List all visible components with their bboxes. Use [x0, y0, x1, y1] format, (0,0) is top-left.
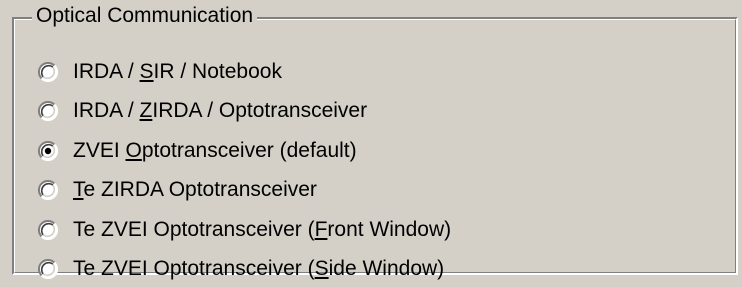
mnemonic-underline: F	[314, 217, 328, 241]
mnemonic-underline: T	[73, 178, 84, 202]
groupbox-title: Optical Communication	[32, 3, 258, 29]
radio-unchecked-icon	[38, 219, 58, 240]
optical-communication-dialog: Optical Communication IRDA / SIR / Noteb…	[0, 0, 742, 287]
radio-option-te-zvei-side-window[interactable]: Te ZVEI Optotransceiver (Side Window)	[38, 250, 451, 287]
radio-button-icon[interactable]	[38, 180, 58, 201]
radio-option-label: Te ZVEI Optotransceiver (Side Window)	[73, 257, 445, 281]
radio-button-icon[interactable]	[38, 259, 58, 280]
radio-button-icon[interactable]	[38, 61, 58, 82]
radio-unchecked-icon	[38, 61, 58, 82]
radio-checked-icon	[38, 140, 58, 161]
radio-unchecked-icon	[38, 101, 58, 122]
mnemonic-underline: O	[125, 138, 142, 162]
radio-unchecked-icon	[38, 180, 58, 201]
radio-option-label: IRDA / SIR / Notebook	[73, 59, 282, 83]
radio-unchecked-icon	[38, 259, 58, 280]
radio-option-te-zvei-front-window[interactable]: Te ZVEI Optotransceiver (Front Window)	[38, 210, 451, 250]
radio-option-label: IRDA / ZIRDA / Optotransceiver	[73, 99, 368, 123]
radio-button-icon[interactable]	[38, 219, 58, 240]
radio-group: IRDA / SIR / Notebook IRDA / ZIRDA / Opt…	[38, 52, 451, 287]
radio-option-irda-zirda-optotransceiver[interactable]: IRDA / ZIRDA / Optotransceiver	[38, 92, 451, 132]
radio-button-icon[interactable]	[38, 140, 58, 161]
radio-option-label: Te ZIRDA Optotransceiver	[73, 178, 317, 202]
radio-button-icon[interactable]	[38, 101, 58, 122]
radio-option-zvei-optotransceiver-default[interactable]: ZVEI Optotransceiver (default)	[38, 131, 451, 171]
radio-option-label: Te ZVEI Optotransceiver (Front Window)	[73, 217, 452, 241]
radio-option-te-zirda-optotransceiver[interactable]: Te ZIRDA Optotransceiver	[38, 171, 451, 211]
radio-option-label: ZVEI Optotransceiver (default)	[73, 138, 357, 162]
mnemonic-underline: S	[314, 257, 329, 281]
mnemonic-underline: Z	[139, 99, 153, 123]
mnemonic-underline: S	[139, 59, 154, 83]
radio-option-irda-sir-notebook[interactable]: IRDA / SIR / Notebook	[38, 52, 451, 92]
